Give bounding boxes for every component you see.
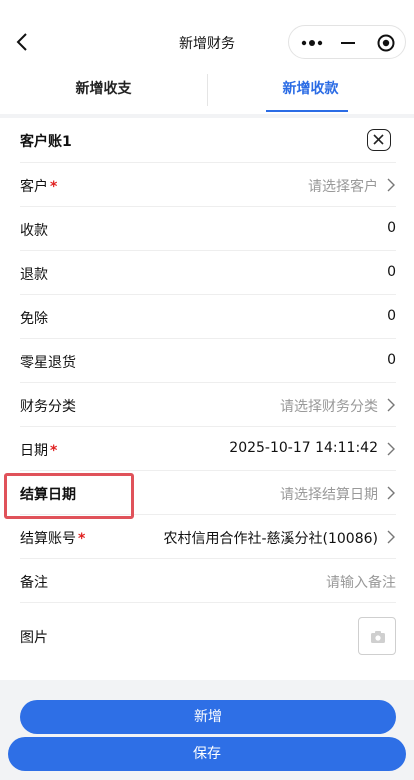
row-settlement-account[interactable]: 结算账号 * 农村信用合作社-慈溪分社(10086) (20, 514, 396, 558)
remark-input[interactable]: 请输入备注 (326, 572, 396, 592)
row-image: 图片 (20, 602, 396, 668)
account-card: 客户账1 客户 * 请选择客户 收款 0 退款 0 免除 0 零星退货 0 财务分… (0, 118, 414, 680)
chevron-right-icon (387, 486, 395, 500)
required-star: * (50, 179, 58, 195)
card-header: 客户账1 (0, 118, 414, 162)
row-return[interactable]: 零星退货 0 (20, 338, 396, 382)
chevron-right-icon (387, 442, 395, 456)
row-finance-category[interactable]: 财务分类 请选择财务分类 (20, 382, 396, 426)
card-title: 客户账1 (20, 134, 72, 150)
more-dots-icon[interactable] (301, 37, 323, 49)
close-miniprogram-icon[interactable] (377, 34, 395, 52)
row-label: 客户 * (20, 179, 58, 195)
row-label: 日期 * (20, 443, 58, 459)
row-date[interactable]: 日期 * 2025-10-17 14:11:42 (20, 426, 396, 470)
active-tab-indicator (266, 110, 348, 112)
tab-income-expense[interactable]: 新增收支 (0, 70, 207, 114)
chevron-right-icon (387, 398, 395, 412)
chevron-right-icon (387, 178, 395, 192)
row-exempt[interactable]: 免除 0 (20, 294, 396, 338)
row-label: 财务分类 (20, 399, 76, 415)
nav-bar: 新增财务 (0, 0, 414, 70)
row-label: 备注 (20, 575, 48, 591)
row-label: 收款 (20, 223, 48, 239)
save-button[interactable]: 保存 (8, 737, 406, 771)
settlement-date-highlight-box (4, 473, 134, 519)
chevron-right-icon (387, 530, 395, 544)
row-label: 零星退货 (20, 355, 76, 371)
row-remark[interactable]: 备注 请输入备注 (20, 558, 396, 602)
exempt-amount-input[interactable]: 0 (387, 308, 396, 324)
row-receipt[interactable]: 收款 0 (20, 206, 396, 250)
tab-bar: 新增收支 新增收款 (0, 70, 414, 114)
finance-category-select[interactable]: 请选择财务分类 (280, 396, 378, 416)
refund-amount-input[interactable]: 0 (387, 264, 396, 280)
add-button[interactable]: 新增 (20, 700, 396, 734)
close-icon (373, 134, 384, 145)
row-label: 图片 (20, 630, 48, 646)
customer-select[interactable]: 请选择客户 (308, 176, 378, 196)
camera-icon (371, 631, 385, 643)
tab-receipt[interactable]: 新增收款 (207, 70, 414, 114)
row-label: 结算账号 * (20, 531, 86, 547)
row-label: 退款 (20, 267, 48, 283)
minimize-icon[interactable] (341, 42, 355, 44)
required-star: * (78, 531, 86, 547)
required-star: * (50, 443, 58, 459)
remove-card-button[interactable] (367, 129, 391, 151)
row-refund[interactable]: 退款 0 (20, 250, 396, 294)
return-amount-input[interactable]: 0 (387, 352, 396, 368)
row-label: 免除 (20, 311, 48, 327)
mini-program-capsule (288, 25, 406, 59)
receipt-amount-input[interactable]: 0 (387, 220, 396, 236)
settlement-account-select[interactable]: 农村信用合作社-慈溪分社(10086) (163, 528, 378, 548)
date-picker[interactable]: 2025-10-17 14:11:42 (229, 440, 378, 456)
image-upload-button[interactable] (358, 617, 396, 655)
settlement-date-picker[interactable]: 请选择结算日期 (280, 484, 378, 504)
row-customer[interactable]: 客户 * 请选择客户 (20, 162, 396, 206)
